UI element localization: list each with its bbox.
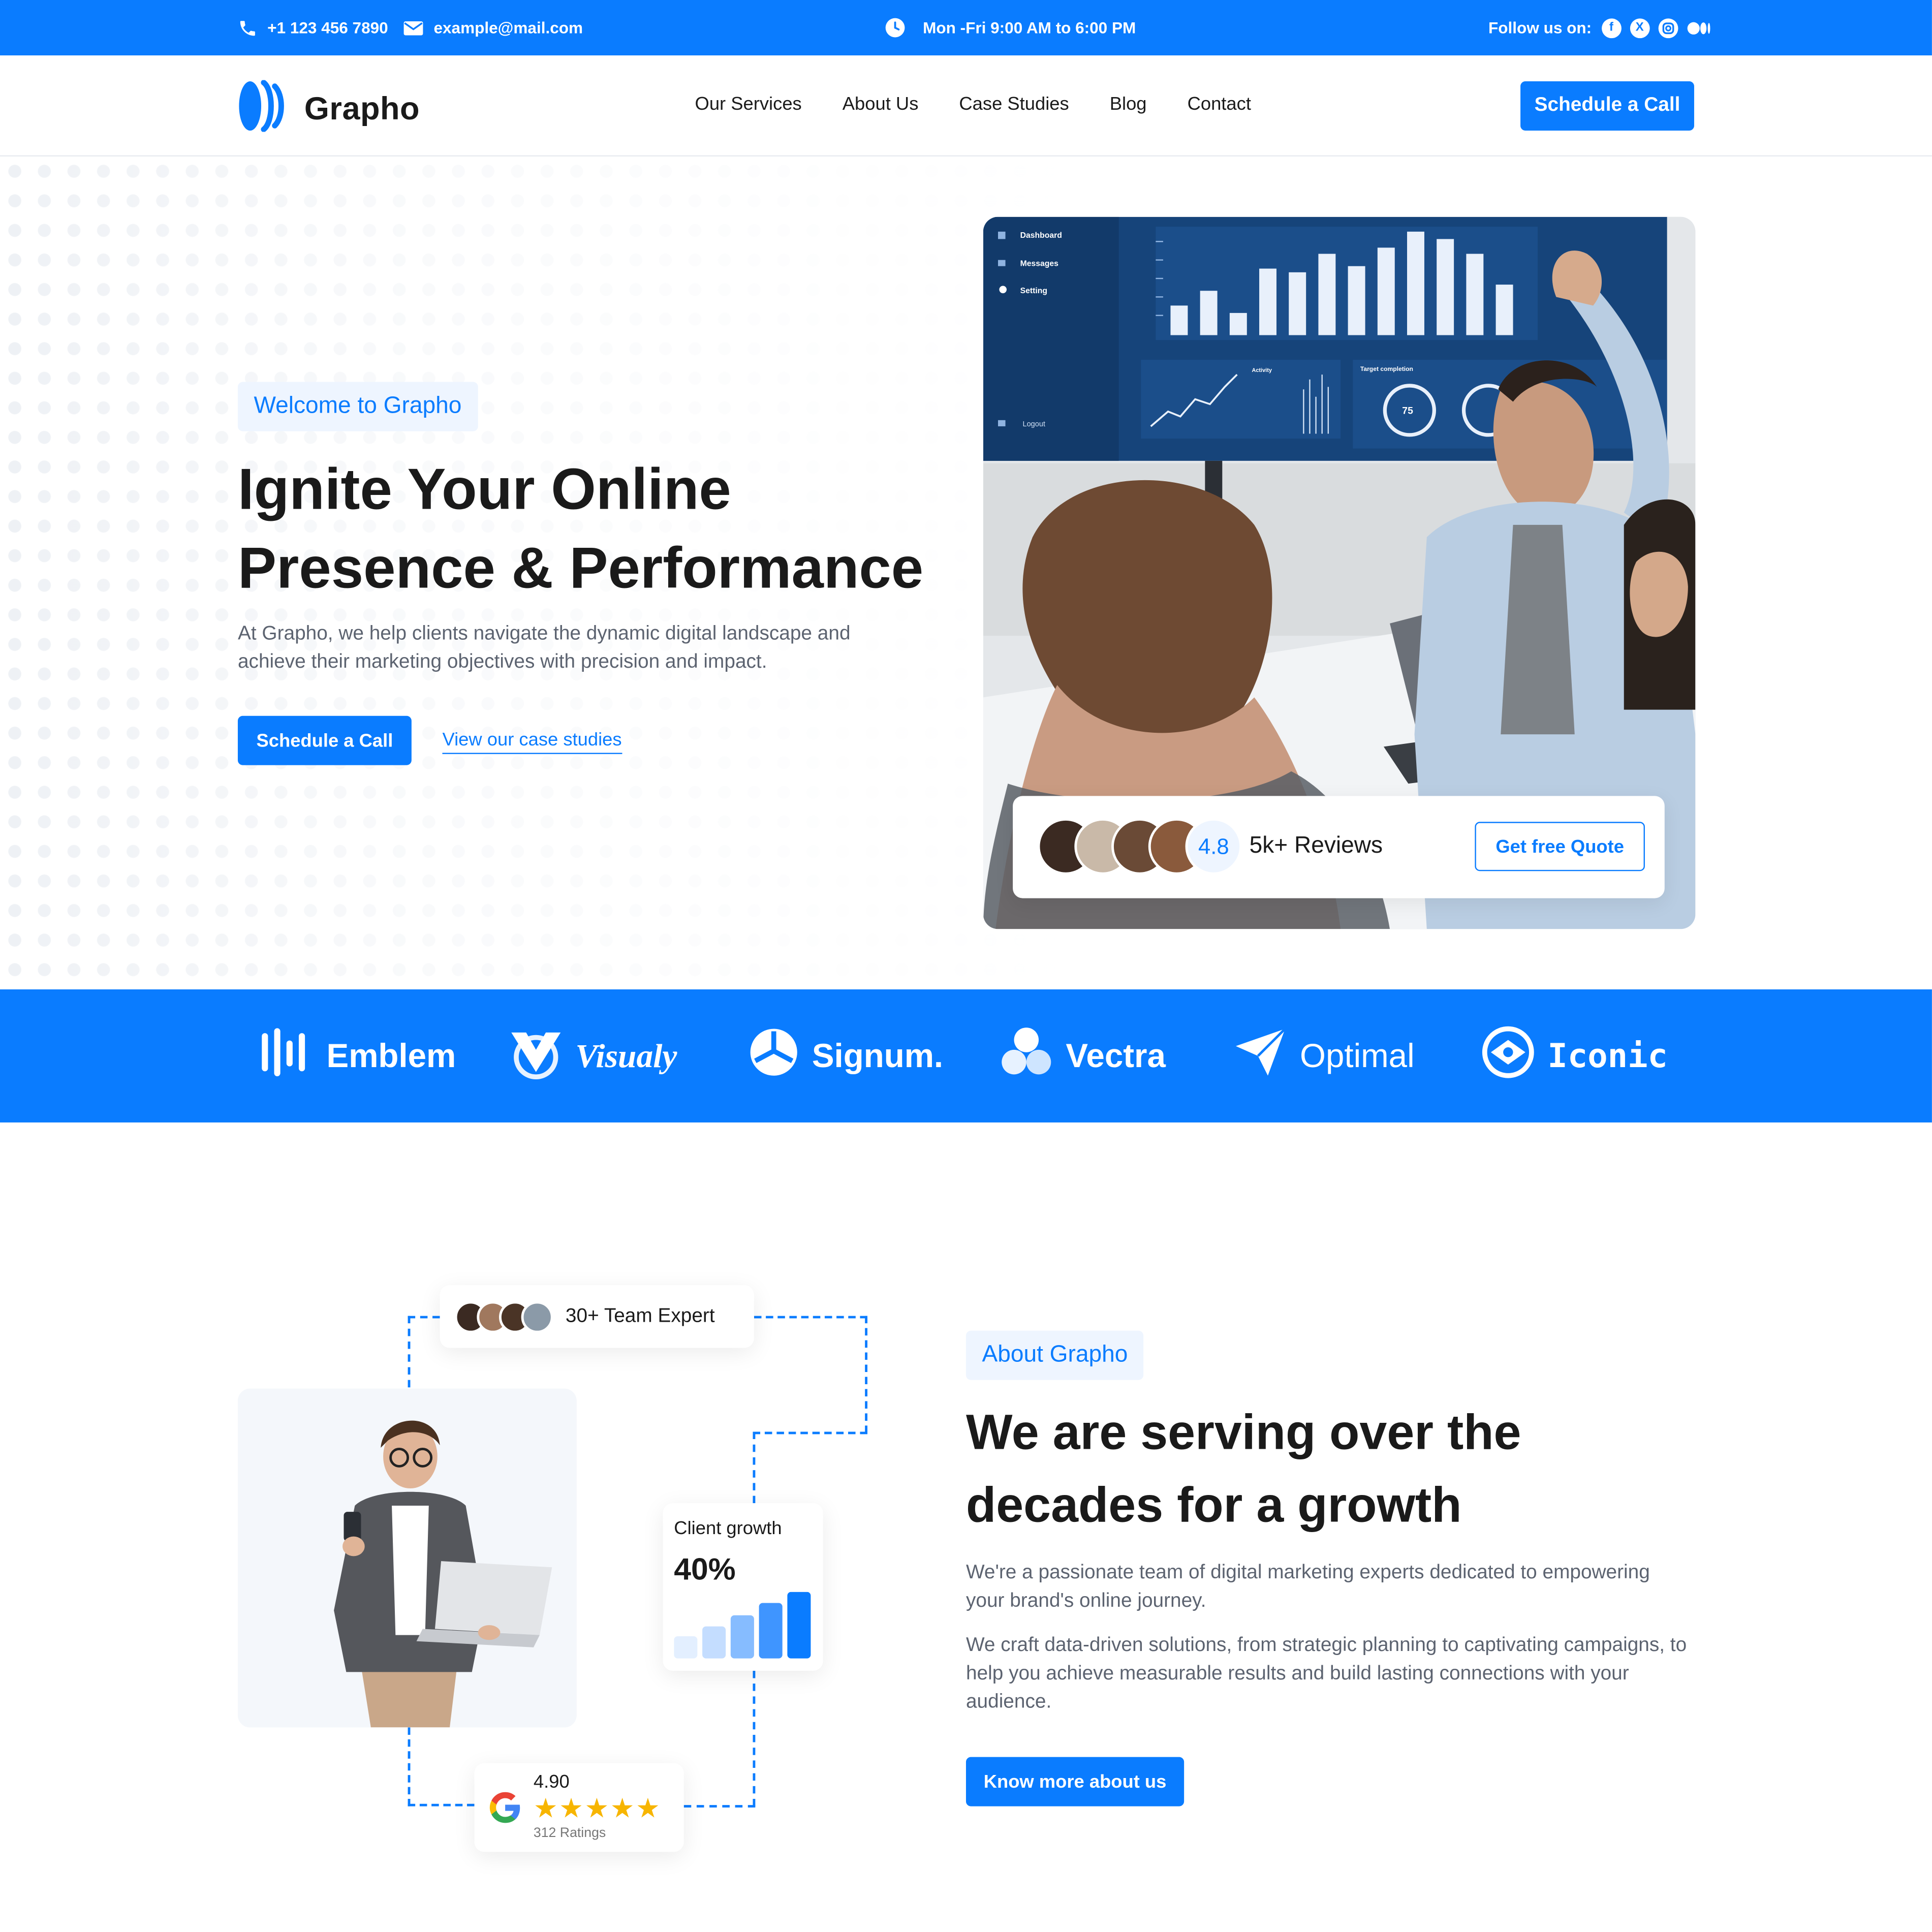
facebook-icon[interactable]: f xyxy=(1601,18,1622,38)
signum-logo-icon xyxy=(748,1026,800,1086)
reviews-count: 5k+ Reviews xyxy=(1249,833,1383,859)
vectra-logo-icon xyxy=(999,1024,1053,1087)
top-bar: +1 123 456 7890 example@mail.com Mon -Fr… xyxy=(0,0,1932,56)
hours-text: Mon -Fri 9:00 AM to 6:00 PM xyxy=(923,18,1136,37)
google-rating-card: 4.90 ★ ★ ★ ★ ★ 312 Ratings xyxy=(474,1763,684,1852)
client-growth-label: Client growth xyxy=(674,1518,782,1539)
about-paragraph-1: We're a passionate team of digital marke… xyxy=(965,1562,1650,1612)
dashboard-menu-dashboard: Dashboard xyxy=(1020,231,1062,240)
nav-item-about-us[interactable]: About Us xyxy=(843,94,919,114)
know-more-button[interactable]: Know more about us xyxy=(965,1757,1185,1806)
reviewer-avatars: 4.8 xyxy=(1037,818,1242,875)
visualy-logo-icon xyxy=(509,1024,563,1087)
dashboard-logout: Logout xyxy=(1023,420,1045,428)
brand-optimal: Optimal xyxy=(1233,1026,1415,1085)
growth-bar-chart xyxy=(674,1592,811,1659)
hero-title: Ignite Your Online Presence & Performanc… xyxy=(238,450,952,607)
social-links: Follow us on: f X xyxy=(1488,0,1711,55)
email-contact[interactable]: example@mail.com xyxy=(403,0,583,55)
connector-line xyxy=(753,1431,867,1504)
brand-name-optimal: Optimal xyxy=(1300,1037,1415,1074)
brand-signum: Signum. xyxy=(748,1026,943,1085)
nav-item-our-services[interactable]: Our Services xyxy=(695,94,802,114)
about-title-line2: decades for a growth xyxy=(965,1478,1462,1533)
logo-icon xyxy=(238,79,290,138)
case-studies-link[interactable]: View our case studies xyxy=(442,729,622,754)
client-growth-card: Client growth 40% xyxy=(663,1503,823,1671)
phone-contact[interactable]: +1 123 456 7890 xyxy=(238,0,388,55)
star-icon: ★ xyxy=(635,1792,660,1824)
phone-icon xyxy=(238,18,258,38)
connector-line xyxy=(408,1316,440,1388)
page: +1 123 456 7890 example@mail.com Mon -Fr… xyxy=(0,0,1932,1932)
star-icon: ★ xyxy=(533,1792,558,1824)
hero-description: At Grapho, we help clients navigate the … xyxy=(237,623,851,673)
email-address: example@mail.com xyxy=(433,18,583,37)
optimal-logo-icon xyxy=(1233,1026,1288,1086)
rating-value: 4.90 xyxy=(533,1771,570,1793)
rating-stars: ★ ★ ★ ★ ★ xyxy=(534,1795,660,1822)
star-icon: ★ xyxy=(559,1792,584,1824)
dashboard-target-value: 75 xyxy=(1402,406,1413,417)
schedule-call-button-hero[interactable]: Schedule a Call xyxy=(237,715,412,765)
team-expert-text: 30+ Team Expert xyxy=(565,1305,715,1327)
dashboard-target-label: Target completion xyxy=(1360,365,1413,372)
star-icon: ★ xyxy=(610,1792,635,1824)
brand-name-signum: Signum. xyxy=(812,1037,944,1074)
iconic-logo-icon xyxy=(1481,1024,1535,1087)
team-avatars xyxy=(454,1300,553,1333)
nav-item-blog[interactable]: Blog xyxy=(1110,94,1147,114)
connector-line xyxy=(754,1316,867,1433)
team-expert-badge: 30+ Team Expert xyxy=(440,1285,754,1348)
brand-iconic: Iconic xyxy=(1481,1024,1668,1087)
get-free-quote-button[interactable]: Get free Quote xyxy=(1475,822,1645,871)
about-paragraph-2: We craft data-driven solutions, from str… xyxy=(965,1635,1687,1713)
follow-label: Follow us on: xyxy=(1488,18,1592,37)
rating-count: 312 Ratings xyxy=(533,1826,606,1841)
brand-visualy: Visualy xyxy=(509,1026,677,1085)
x-icon[interactable]: X xyxy=(1630,18,1650,38)
hero-title-line1: Ignite Your Online xyxy=(237,456,731,521)
google-icon xyxy=(487,1789,524,1832)
hero-tag: Welcome to Grapho xyxy=(237,382,478,431)
reviews-card: 4.8 5k+ Reviews Get free Quote xyxy=(1013,796,1665,898)
clock-icon xyxy=(885,17,906,38)
brand-name-iconic: Iconic xyxy=(1547,1037,1668,1075)
dashboard-activity-label: Activity xyxy=(1252,367,1271,373)
instagram-icon[interactable] xyxy=(1658,18,1678,38)
about-tag: About Grapho xyxy=(965,1330,1144,1380)
schedule-call-button-nav[interactable]: Schedule a Call xyxy=(1520,81,1694,131)
avatar xyxy=(521,1300,553,1333)
rating-badge: 4.8 xyxy=(1185,818,1242,875)
phone-number: +1 123 456 7890 xyxy=(267,18,388,37)
connector-line xyxy=(683,1805,756,1808)
nav-menu: Our Services About Us Case Studies Blog … xyxy=(695,94,1251,114)
brand-name-emblem: Emblem xyxy=(326,1037,456,1074)
nav-item-case-studies[interactable]: Case Studies xyxy=(959,94,1069,114)
about-title: We are serving over the decades for a gr… xyxy=(966,1397,1705,1543)
brand-emblem: Emblem xyxy=(260,1026,456,1085)
connector-line xyxy=(408,1727,475,1806)
connector-line xyxy=(753,1670,756,1806)
brand-name: Grapho xyxy=(304,90,420,127)
brand-vectra: Vectra xyxy=(999,1026,1166,1085)
brand-name-visualy: Visualy xyxy=(575,1037,677,1074)
business-hours: Mon -Fri 9:00 AM to 6:00 PM xyxy=(885,0,1136,55)
client-logos-band: Emblem Visualy Signum. Vectra Optimal Ic… xyxy=(0,989,1932,1123)
main-navigation: Grapho Our Services About Us Case Studie… xyxy=(0,55,1932,157)
nav-item-contact[interactable]: Contact xyxy=(1188,94,1251,114)
medium-icon[interactable] xyxy=(1687,20,1711,35)
star-icon: ★ xyxy=(584,1792,609,1824)
hero-title-line2: Presence & Performance xyxy=(237,535,924,600)
dashboard-menu-messages: Messages xyxy=(1020,260,1059,268)
brand-logo[interactable]: Grapho xyxy=(238,79,420,138)
brand-name-vectra: Vectra xyxy=(1066,1037,1166,1074)
mail-icon xyxy=(403,19,424,37)
client-growth-value: 40% xyxy=(674,1552,736,1587)
about-person-photo xyxy=(237,1388,577,1728)
dashboard-menu-setting: Setting xyxy=(1020,287,1047,295)
emblem-logo-icon xyxy=(260,1026,315,1086)
about-title-line1: We are serving over the xyxy=(965,1406,1521,1460)
